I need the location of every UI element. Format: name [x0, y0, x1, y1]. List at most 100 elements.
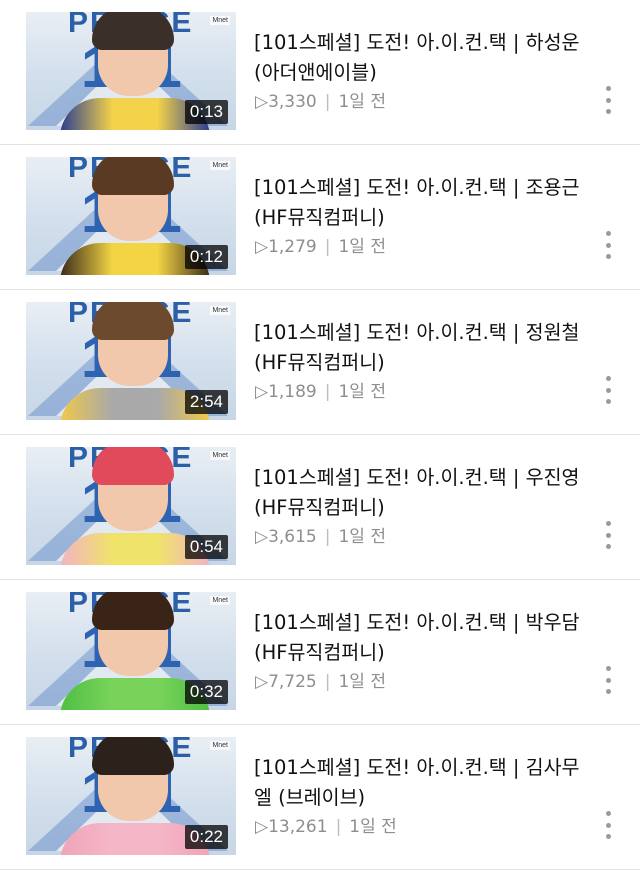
- mnet-logo: Mnet: [210, 16, 230, 25]
- video-list-item[interactable]: PRINCE 101 Mnet 0:32 [101스페셜] 도전! 아.이.컨.…: [0, 580, 640, 725]
- video-title-line: [101스페셜] 도전! 아.이.컨.택 | 정원철: [254, 321, 580, 344]
- more-options-icon[interactable]: [600, 811, 616, 839]
- dot: [605, 242, 611, 248]
- person-hair: [92, 12, 174, 50]
- video-meta: ▷3,330 | 1일 전: [255, 87, 386, 112]
- duration-badge: 0:32: [184, 680, 228, 704]
- person-hair: [92, 302, 174, 340]
- mnet-logo: Mnet: [210, 306, 230, 315]
- person-hair: [92, 157, 174, 195]
- video-title-line: [101스페셜] 도전! 아.이.컨.택 | 하성운: [254, 31, 580, 54]
- video-title[interactable]: [101스페셜] 도전! 아.이.컨.택 | 우진영 (HF뮤직컴퍼니): [254, 463, 604, 523]
- dot: [605, 399, 611, 404]
- person-hair: [92, 737, 174, 775]
- video-title-line: (아더앤에이블): [254, 61, 377, 84]
- video-meta: ▷13,261 | 1일 전: [255, 812, 397, 837]
- video-thumbnail[interactable]: PRINCE 101 Mnet 0:13: [26, 12, 236, 130]
- play-icon: ▷: [255, 92, 269, 112]
- meta-separator: |: [324, 237, 331, 257]
- mnet-logo: Mnet: [210, 161, 230, 170]
- more-options-icon[interactable]: [600, 521, 616, 549]
- view-count: 3,330: [268, 92, 317, 112]
- dot: [605, 231, 611, 236]
- dot: [605, 521, 611, 526]
- upload-time: 1일 전: [338, 527, 386, 547]
- meta-separator: |: [324, 527, 331, 547]
- person-hair: [92, 592, 174, 630]
- video-list-item[interactable]: PRINCE 101 Mnet 0:54 [101스페셜] 도전! 아.이.컨.…: [0, 435, 640, 580]
- duration-badge: 0:54: [184, 535, 228, 559]
- video-list: PRINCE 101 Mnet 0:13 [101스페셜] 도전! 아.이.컨.…: [0, 0, 640, 870]
- video-thumbnail[interactable]: PRINCE 101 Mnet 0:32: [26, 592, 236, 710]
- play-icon: ▷: [255, 382, 269, 402]
- video-title-line: (HF뮤직컴퍼니): [254, 206, 385, 229]
- video-title-line: 엘 (브레이브): [254, 786, 366, 809]
- view-count: 1,189: [268, 382, 317, 402]
- dot: [605, 822, 611, 828]
- duration-badge: 0:22: [184, 825, 228, 849]
- video-title-line: (HF뮤직컴퍼니): [254, 641, 385, 664]
- video-title[interactable]: [101스페셜] 도전! 아.이.컨.택 | 박우담 (HF뮤직컴퍼니): [254, 608, 604, 668]
- more-options-icon[interactable]: [600, 666, 616, 694]
- mnet-logo: Mnet: [210, 741, 230, 750]
- more-options-icon[interactable]: [600, 376, 616, 404]
- more-options-icon[interactable]: [600, 86, 616, 114]
- upload-time: 1일 전: [349, 817, 397, 837]
- view-count: 13,261: [268, 817, 328, 837]
- dot: [605, 544, 611, 549]
- video-meta: ▷1,279 | 1일 전: [255, 232, 386, 257]
- video-title-line: [101스페셜] 도전! 아.이.컨.택 | 박우담: [254, 611, 580, 634]
- video-meta: ▷3,615 | 1일 전: [255, 522, 386, 547]
- play-icon: ▷: [255, 672, 269, 692]
- video-list-item[interactable]: PRINCE 101 Mnet 0:12 [101스페셜] 도전! 아.이.컨.…: [0, 145, 640, 290]
- video-list-item[interactable]: PRINCE 101 Mnet 0:22 [101스페셜] 도전! 아.이.컨.…: [0, 725, 640, 870]
- duration-badge: 0:13: [184, 100, 228, 124]
- upload-time: 1일 전: [338, 92, 386, 112]
- dot: [605, 86, 611, 91]
- video-title-line: (HF뮤직컴퍼니): [254, 351, 385, 374]
- dot: [605, 254, 611, 259]
- video-meta: ▷7,725 | 1일 전: [255, 667, 386, 692]
- video-list-item[interactable]: PRINCE 101 Mnet 2:54 [101스페셜] 도전! 아.이.컨.…: [0, 290, 640, 435]
- meta-separator: |: [324, 382, 331, 402]
- dot: [605, 677, 611, 683]
- view-count: 1,279: [268, 237, 317, 257]
- dot: [605, 109, 611, 114]
- dot: [605, 834, 611, 839]
- person-hair: [92, 447, 174, 485]
- play-icon: ▷: [255, 817, 269, 837]
- video-thumbnail[interactable]: PRINCE 101 Mnet 2:54: [26, 302, 236, 420]
- view-count: 3,615: [268, 527, 317, 547]
- video-thumbnail[interactable]: PRINCE 101 Mnet 0:22: [26, 737, 236, 855]
- video-title-line: (HF뮤직컴퍼니): [254, 496, 385, 519]
- more-options-icon[interactable]: [600, 231, 616, 259]
- dot: [605, 532, 611, 538]
- upload-time: 1일 전: [338, 382, 386, 402]
- dot: [605, 666, 611, 671]
- dot: [605, 689, 611, 694]
- video-title-line: [101스페셜] 도전! 아.이.컨.택 | 우진영: [254, 466, 580, 489]
- video-title-line: [101스페셜] 도전! 아.이.컨.택 | 김사무: [254, 756, 580, 779]
- video-meta: ▷1,189 | 1일 전: [255, 377, 386, 402]
- dot: [605, 387, 611, 393]
- video-title[interactable]: [101스페셜] 도전! 아.이.컨.택 | 김사무 엘 (브레이브): [254, 753, 604, 813]
- duration-badge: 2:54: [184, 390, 228, 414]
- upload-time: 1일 전: [338, 672, 386, 692]
- mnet-logo: Mnet: [210, 596, 230, 605]
- meta-separator: |: [335, 817, 342, 837]
- video-title[interactable]: [101스페셜] 도전! 아.이.컨.택 | 하성운 (아더앤에이블): [254, 28, 604, 88]
- video-title[interactable]: [101스페셜] 도전! 아.이.컨.택 | 정원철 (HF뮤직컴퍼니): [254, 318, 604, 378]
- dot: [605, 376, 611, 381]
- duration-badge: 0:12: [184, 245, 228, 269]
- dot: [605, 811, 611, 816]
- video-thumbnail[interactable]: PRINCE 101 Mnet 0:12: [26, 157, 236, 275]
- dot: [605, 97, 611, 103]
- meta-separator: |: [324, 92, 331, 112]
- video-list-item[interactable]: PRINCE 101 Mnet 0:13 [101스페셜] 도전! 아.이.컨.…: [0, 0, 640, 145]
- mnet-logo: Mnet: [210, 451, 230, 460]
- upload-time: 1일 전: [338, 237, 386, 257]
- video-title[interactable]: [101스페셜] 도전! 아.이.컨.택 | 조용근 (HF뮤직컴퍼니): [254, 173, 604, 233]
- play-icon: ▷: [255, 237, 269, 257]
- play-icon: ▷: [255, 527, 269, 547]
- video-thumbnail[interactable]: PRINCE 101 Mnet 0:54: [26, 447, 236, 565]
